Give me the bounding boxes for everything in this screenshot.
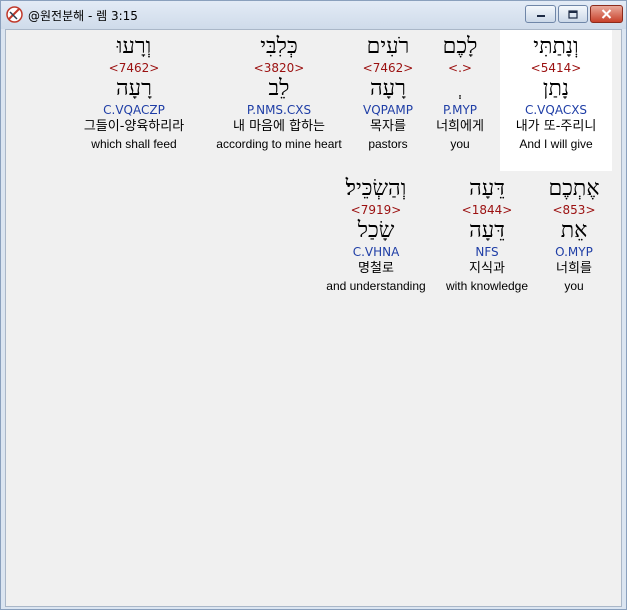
window-title: @원전분해 - 렘 3:15: [28, 9, 138, 23]
english-gloss: you: [564, 279, 584, 293]
strong-number[interactable]: <7462>: [70, 60, 198, 76]
app-logo-icon: [6, 6, 23, 23]
lemma: נָתַן: [542, 76, 570, 101]
parsing-code: C.VQACZP: [103, 103, 165, 117]
hebrew-word: וְנָתַתִּי: [533, 34, 579, 59]
strong-number[interactable]: <853>: [538, 202, 610, 218]
word-block[interactable]: וְרָעוּ <7462> רָעָה C.VQACZP 그들이-양육하리라 …: [70, 34, 198, 152]
word-block[interactable]: וְנָתַתִּי <5414> נָתַן C.VQACXS 내가 또-주리…: [500, 30, 612, 171]
word-block[interactable]: אֶתְכֶם <853> אֵת O.MYP 너희를 you: [538, 176, 610, 294]
korean-gloss: 지식과: [469, 261, 505, 276]
lemma: רָעָה: [116, 76, 152, 101]
hebrew-word: כְּלִבִּי: [260, 34, 298, 59]
english-gloss: and understanding: [326, 279, 426, 293]
korean-gloss: 내가 또-주리니: [515, 119, 597, 134]
interlinear-panel: וְנָתַתִּי <5414> נָתַן C.VQACXS 내가 또-주리…: [5, 29, 622, 607]
word-block[interactable]: וְהַשְׂכֵּיל׃ <7919> שָׂכַל C.VHNA 명철로 a…: [316, 176, 436, 294]
app-window: @원전분해 - 렘 3:15 וְנָתַתִּי <5414> נָתַן C…: [0, 0, 627, 610]
lemma: דֵּעָה: [469, 218, 505, 243]
parsing-code: O.MYP: [555, 245, 593, 259]
strong-number[interactable]: <5414>: [500, 60, 612, 76]
minimize-button[interactable]: [525, 5, 556, 23]
strong-number[interactable]: <3820>: [206, 60, 352, 76]
maximize-icon: [568, 9, 578, 19]
english-gloss: which shall feed: [91, 137, 177, 151]
korean-gloss: 너희를: [556, 261, 592, 276]
hebrew-word: אֶתְכֶם: [548, 176, 600, 201]
close-button[interactable]: [590, 5, 623, 23]
strong-number[interactable]: <7919>: [316, 202, 436, 218]
english-gloss: And I will give: [519, 137, 593, 151]
minimize-icon: [536, 15, 545, 17]
parsing-code: NFS: [475, 245, 499, 259]
parsing-code: P.NMS.CXS: [246, 103, 312, 117]
english-gloss: with knowledge: [445, 279, 529, 293]
parsing-code: C.VHNA: [352, 245, 400, 259]
english-gloss: according to mine heart: [216, 137, 342, 151]
strong-number[interactable]: <1844>: [434, 202, 540, 218]
maximize-button[interactable]: [558, 5, 588, 23]
word-block[interactable]: כְּלִבִּי <3820> לֵב P.NMS.CXS 내 마음에 합하는…: [206, 34, 352, 152]
word-block[interactable]: דֵּעָה <1844> דֵּעָה NFS 지식과 with knowle…: [434, 176, 540, 294]
lemma: אֵת: [560, 218, 588, 243]
close-icon: [601, 9, 612, 19]
parsing-code: C.VQACXS: [524, 103, 588, 117]
hebrew-word: וְהַשְׂכֵּיל׃: [345, 176, 407, 201]
title-bar[interactable]: @원전분해 - 렘 3:15: [1, 1, 626, 29]
lemma: שָׂכַל: [357, 218, 395, 243]
korean-gloss: 내 마음에 합하는: [233, 119, 325, 134]
korean-gloss: 명철로: [358, 261, 394, 276]
korean-gloss: 그들이-양육하리라: [83, 119, 185, 134]
hebrew-word: וְרָעוּ: [116, 34, 152, 59]
hebrew-word: דֵּעָה: [469, 176, 505, 201]
lemma: לֵב: [268, 76, 290, 101]
